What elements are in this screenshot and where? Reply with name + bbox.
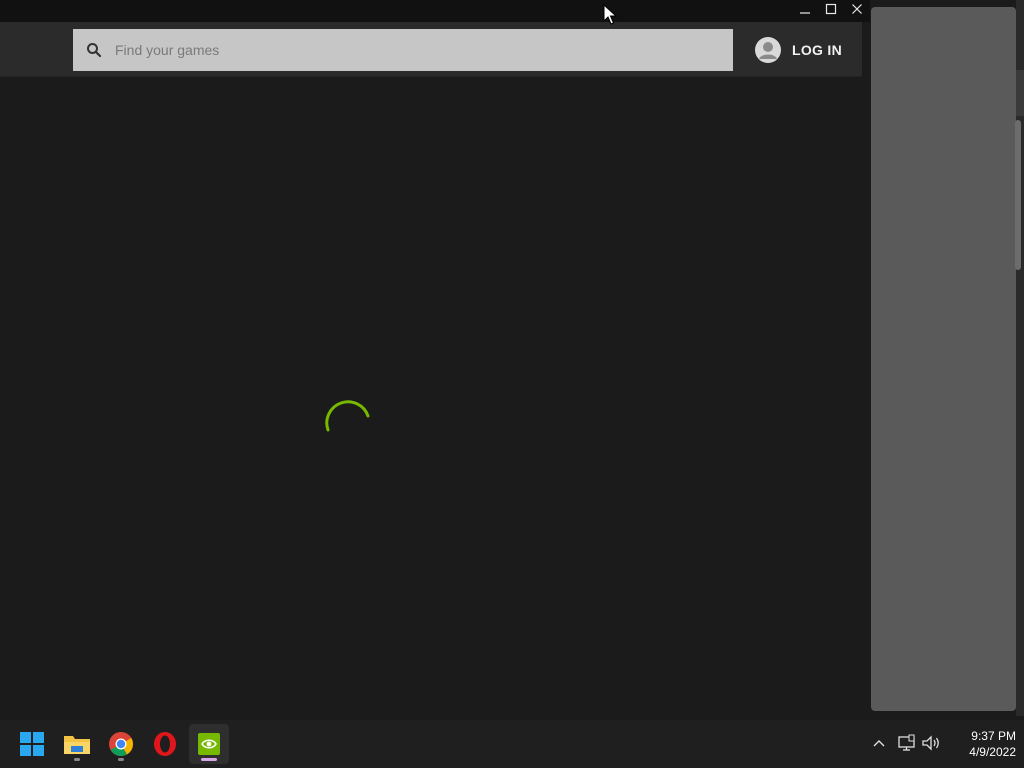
minimize-icon <box>800 12 810 14</box>
mouse-cursor-icon <box>603 4 617 25</box>
chrome-icon <box>109 732 133 757</box>
running-indicator <box>118 758 124 761</box>
taskbar-file-explorer[interactable] <box>57 724 97 764</box>
taskbar-opera[interactable] <box>145 724 185 764</box>
clock-date: 4/9/2022 <box>969 745 1016 759</box>
maximize-icon <box>825 3 837 15</box>
search-icon <box>87 43 102 58</box>
loading-spinner <box>325 400 370 432</box>
app-header: LOG IN <box>0 22 862 77</box>
taskbar: 9:37 PM 4/9/2022 <box>0 720 1024 768</box>
title-bar[interactable] <box>0 0 870 22</box>
taskbar-nvidia[interactable] <box>189 724 229 764</box>
active-indicator <box>201 758 217 761</box>
close-button[interactable] <box>844 0 870 18</box>
avatar-icon <box>755 37 781 63</box>
opera-icon <box>154 732 176 756</box>
chevron-up-icon[interactable] <box>870 734 888 752</box>
taskbar-chrome[interactable] <box>101 724 141 764</box>
maximize-button[interactable] <box>818 0 844 18</box>
search-input[interactable] <box>115 29 715 71</box>
search-box[interactable] <box>73 29 733 71</box>
folder-icon <box>64 736 90 754</box>
network-icon[interactable] <box>897 734 917 752</box>
clock-time: 9:37 PM <box>971 729 1016 743</box>
windows-start-icon <box>20 732 44 756</box>
scrollbar[interactable] <box>1015 120 1021 270</box>
close-icon <box>852 4 862 14</box>
clock[interactable]: 9:37 PM 4/9/2022 <box>944 728 1016 760</box>
login-button[interactable]: LOG IN <box>754 36 842 64</box>
app-window: LOG IN <box>0 0 870 716</box>
running-indicator <box>74 758 80 761</box>
background-window-header <box>1016 70 1024 116</box>
minimize-button[interactable] <box>792 0 818 18</box>
volume-icon[interactable] <box>921 734 941 752</box>
nvidia-icon <box>198 733 220 755</box>
start-button[interactable] <box>12 724 52 764</box>
login-label: LOG IN <box>792 42 843 58</box>
background-window-panel <box>871 7 1016 711</box>
